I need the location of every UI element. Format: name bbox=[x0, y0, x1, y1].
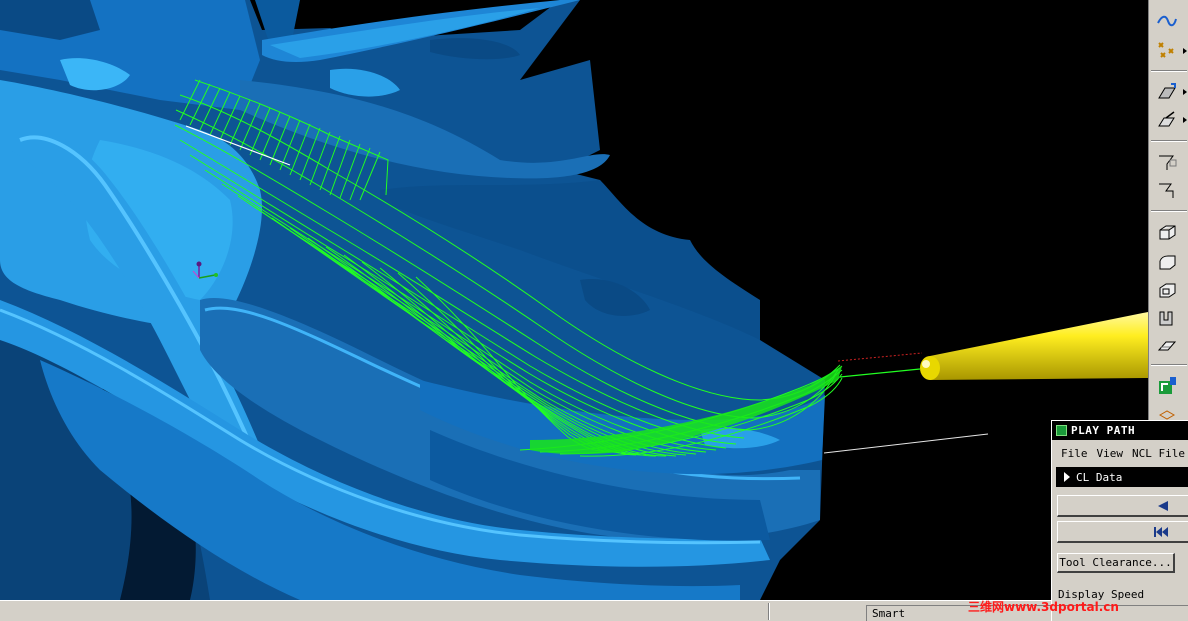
play-path-panel: PLAY PATH File View NCL File CL Data Too… bbox=[1051, 420, 1188, 621]
play-reverse-icon bbox=[1158, 500, 1168, 511]
play-path-app-icon bbox=[1056, 425, 1067, 436]
play-path-menu: File View NCL File bbox=[1052, 443, 1188, 463]
impeller-scene bbox=[0, 0, 1148, 600]
status-bar: Smart bbox=[0, 600, 1051, 621]
menu-view[interactable]: View bbox=[1097, 447, 1124, 460]
surface-plane-icon[interactable] bbox=[1153, 80, 1181, 104]
expand-arrow-icon bbox=[1064, 472, 1070, 482]
rewind-button[interactable] bbox=[1057, 521, 1188, 543]
polyline-icon[interactable] bbox=[1153, 150, 1181, 174]
cl-data-label: CL Data bbox=[1076, 470, 1123, 484]
surface-sweep-icon[interactable] bbox=[1153, 108, 1181, 132]
vertical-toolbar bbox=[1148, 0, 1188, 420]
play-path-title-bar: PLAY PATH bbox=[1052, 421, 1188, 440]
solid-shell-icon[interactable] bbox=[1153, 278, 1181, 302]
curve-wave-icon[interactable] bbox=[1153, 8, 1181, 32]
solid-slice-icon[interactable] bbox=[1153, 334, 1181, 358]
step-back-button[interactable] bbox=[1057, 495, 1188, 517]
points-cross-icon[interactable] bbox=[1153, 38, 1181, 62]
solid-round-box-icon[interactable] bbox=[1153, 250, 1181, 274]
menu-file[interactable]: File bbox=[1061, 447, 1088, 460]
site-watermark: 三维网www.3dportal.cn bbox=[968, 600, 1119, 614]
solid-box-icon[interactable] bbox=[1153, 220, 1181, 244]
play-path-title: PLAY PATH bbox=[1071, 424, 1136, 437]
cl-data-selector[interactable]: CL Data bbox=[1056, 467, 1188, 487]
polyline-offset-icon[interactable] bbox=[1153, 178, 1181, 202]
solid-extrude-icon[interactable] bbox=[1153, 306, 1181, 330]
cutting-tool bbox=[920, 312, 1148, 380]
status-divider bbox=[768, 603, 770, 620]
graphics-viewport[interactable] bbox=[0, 0, 1148, 600]
tool-clearance-button[interactable]: Tool Clearance... bbox=[1057, 553, 1175, 573]
rewind-to-start-icon bbox=[1154, 526, 1168, 537]
menu-ncl-file[interactable]: NCL File bbox=[1132, 447, 1185, 460]
toolpath-icon[interactable] bbox=[1153, 374, 1181, 398]
